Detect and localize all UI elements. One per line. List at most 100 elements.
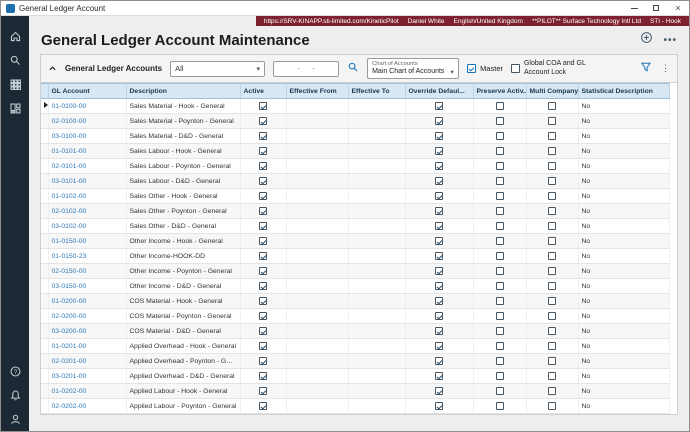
preserve-activity-checkbox[interactable] (496, 282, 504, 290)
active-checkbox[interactable] (259, 372, 267, 380)
active-checkbox[interactable] (259, 327, 267, 335)
column-header-active[interactable]: Active (240, 84, 286, 99)
override-default-checkbox[interactable] (435, 192, 443, 200)
active-checkbox[interactable] (259, 387, 267, 395)
table-row[interactable]: 03-0101-00Sales Labour - D&D - GeneralNo (41, 174, 669, 189)
override-default-checkbox[interactable] (435, 327, 443, 335)
table-row[interactable]: 03-0201-00Applied Overhead - D&D - Gener… (41, 369, 669, 384)
gl-account-link[interactable]: 01-0102-00 (52, 193, 87, 200)
gl-account-link[interactable]: 02-0200-00 (52, 313, 87, 320)
multi-company-checkbox[interactable] (548, 192, 556, 200)
column-header-multi-company[interactable]: Multi Company (526, 84, 578, 99)
gl-account-link[interactable]: 03-0150-00 (52, 283, 87, 290)
add-new-button[interactable] (640, 31, 653, 49)
active-checkbox[interactable] (259, 117, 267, 125)
multi-company-checkbox[interactable] (548, 267, 556, 275)
preserve-activity-checkbox[interactable] (496, 387, 504, 395)
table-row[interactable]: 02-0102-00Sales Other - Poynton - Genera… (41, 204, 669, 219)
gl-account-link[interactable]: 02-0202-00 (52, 403, 87, 410)
preserve-activity-checkbox[interactable] (496, 132, 504, 140)
table-row[interactable]: 01-0101-00Sales Labour - Hook - GeneralN… (41, 144, 669, 159)
preserve-activity-checkbox[interactable] (496, 372, 504, 380)
override-default-checkbox[interactable] (435, 402, 443, 410)
column-header-preserve-activ[interactable]: Preserve Activ... (473, 84, 526, 99)
multi-company-checkbox[interactable] (548, 327, 556, 335)
table-row[interactable]: 02-0201-00Applied Overhead - Poynton - G… (41, 354, 669, 369)
preserve-activity-checkbox[interactable] (496, 237, 504, 245)
table-row[interactable]: 02-0202-00Applied Labour - Poynton - Gen… (41, 399, 669, 414)
override-default-checkbox[interactable] (435, 117, 443, 125)
multi-company-checkbox[interactable] (548, 342, 556, 350)
override-default-checkbox[interactable] (435, 237, 443, 245)
gl-account-link[interactable]: 01-0202-00 (52, 388, 87, 395)
preserve-activity-checkbox[interactable] (496, 207, 504, 215)
override-default-checkbox[interactable] (435, 297, 443, 305)
gl-account-link[interactable]: 01-0200-00 (52, 298, 87, 305)
active-checkbox[interactable] (259, 132, 267, 140)
chart-of-accounts-dropdown[interactable]: Chart of Accounts Main Chart of Accounts… (367, 58, 459, 79)
account-range-input[interactable] (273, 61, 339, 77)
multi-company-checkbox[interactable] (548, 237, 556, 245)
close-button[interactable]: × (667, 1, 689, 16)
preserve-activity-checkbox[interactable] (496, 312, 504, 320)
active-checkbox[interactable] (259, 177, 267, 185)
override-default-checkbox[interactable] (435, 147, 443, 155)
collapse-panel-button[interactable] (48, 60, 57, 78)
table-row[interactable]: 03-0102-00Sales Other - D&D - GeneralNo (41, 219, 669, 234)
multi-company-checkbox[interactable] (548, 102, 556, 110)
preserve-activity-checkbox[interactable] (496, 342, 504, 350)
gl-account-link[interactable]: 03-0101-00 (52, 178, 87, 185)
multi-company-checkbox[interactable] (548, 282, 556, 290)
global-coa-lock-checkbox[interactable] (511, 64, 520, 73)
active-checkbox[interactable] (259, 147, 267, 155)
active-checkbox[interactable] (259, 357, 267, 365)
multi-company-checkbox[interactable] (548, 222, 556, 230)
master-checkbox[interactable] (467, 64, 476, 73)
gl-account-link[interactable]: 03-0100-00 (52, 133, 87, 140)
active-checkbox[interactable] (259, 192, 267, 200)
multi-company-checkbox[interactable] (548, 147, 556, 155)
sidebar-item-dashboard[interactable] (1, 96, 29, 120)
multi-company-checkbox[interactable] (548, 402, 556, 410)
gl-account-link[interactable]: 03-0200-00 (52, 328, 87, 335)
override-default-checkbox[interactable] (435, 177, 443, 185)
column-header-override-defaul[interactable]: Override Defaul... (405, 84, 473, 99)
gl-account-link[interactable]: 02-0201-00 (52, 358, 87, 365)
sidebar-item-apps[interactable] (1, 72, 29, 96)
override-default-checkbox[interactable] (435, 312, 443, 320)
active-checkbox[interactable] (259, 267, 267, 275)
table-row[interactable]: 01-0200-00COS Material - Hook - GeneralN… (41, 294, 669, 309)
gl-account-link[interactable]: 02-0150-00 (52, 268, 87, 275)
multi-company-checkbox[interactable] (548, 252, 556, 260)
preserve-activity-checkbox[interactable] (496, 357, 504, 365)
active-checkbox[interactable] (259, 222, 267, 230)
gl-account-link[interactable]: 01-0150-23 (52, 253, 87, 260)
active-checkbox[interactable] (259, 282, 267, 290)
preserve-activity-checkbox[interactable] (496, 162, 504, 170)
active-checkbox[interactable] (259, 312, 267, 320)
sidebar-item-home[interactable] (1, 24, 29, 48)
column-header-effective-from[interactable]: Effective From (286, 84, 348, 99)
column-header-effective-to[interactable]: Effective To (348, 84, 405, 99)
override-default-checkbox[interactable] (435, 267, 443, 275)
table-row[interactable]: 01-0150-00Other Income - Hook - GeneralN… (41, 234, 669, 249)
active-checkbox[interactable] (259, 162, 267, 170)
overflow-menu-button[interactable]: ••• (663, 35, 677, 46)
table-row[interactable]: 03-0200-00COS Material - D&D - GeneralNo (41, 324, 669, 339)
gl-account-link[interactable]: 01-0150-00 (52, 238, 87, 245)
active-checkbox[interactable] (259, 297, 267, 305)
multi-company-checkbox[interactable] (548, 312, 556, 320)
active-checkbox[interactable] (259, 207, 267, 215)
override-default-checkbox[interactable] (435, 342, 443, 350)
table-row[interactable]: 02-0200-00COS Material - Poynton - Gener… (41, 309, 669, 324)
gl-account-link[interactable]: 01-0100-00 (52, 103, 87, 110)
sidebar-item-search[interactable] (1, 48, 29, 72)
table-row[interactable]: 01-0201-00Applied Overhead - Hook - Gene… (41, 339, 669, 354)
multi-company-checkbox[interactable] (548, 387, 556, 395)
table-row[interactable]: 03-0100-00Sales Material - D&D - General… (41, 129, 669, 144)
override-default-checkbox[interactable] (435, 372, 443, 380)
preserve-activity-checkbox[interactable] (496, 297, 504, 305)
gl-account-link[interactable]: 02-0102-00 (52, 208, 87, 215)
preserve-activity-checkbox[interactable] (496, 402, 504, 410)
override-default-checkbox[interactable] (435, 102, 443, 110)
